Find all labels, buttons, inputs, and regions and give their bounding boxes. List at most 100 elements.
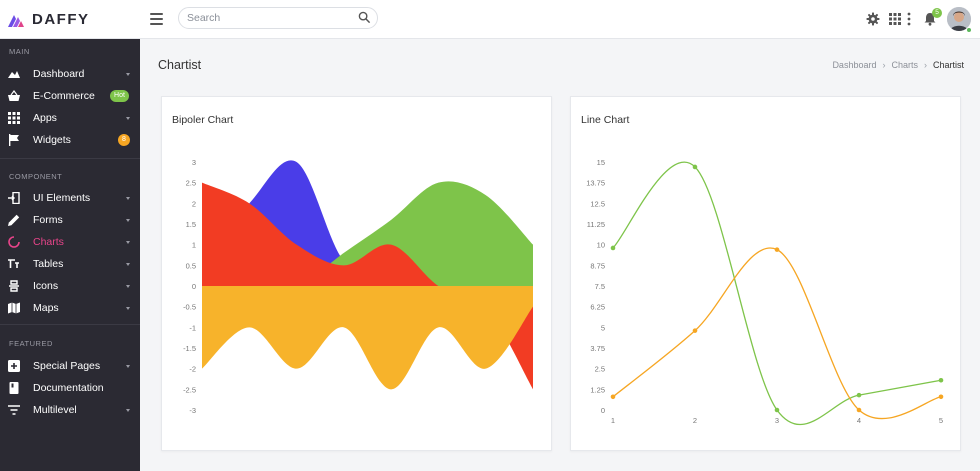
bipolar-chart: 3 2.5 2 1.5 1 0.5 0 -0.5 -1 -1.5 -2 -2.5 -3	[183, 158, 533, 415]
sidebar-divider	[0, 324, 140, 325]
y-tick-label: 13.75	[586, 179, 605, 188]
sidebar-item-multilevel[interactable]: Multilevel	[0, 399, 140, 421]
y-tick-label: 8.75	[590, 261, 605, 270]
pencil-icon	[8, 214, 20, 226]
bipolar-chart-card: Bipoler Chart 3 2.5 2 1.5 1 0.5 0 -0.5 -1 -1.5 -2-…	[161, 96, 552, 451]
section-component: COMPONENT	[9, 172, 63, 181]
sidebar-item-icons[interactable]: Icons	[0, 275, 140, 297]
y-tick-label: 11.25	[587, 220, 605, 229]
chart-ring-icon	[8, 236, 20, 248]
data-point	[774, 407, 780, 413]
breadcrumb-charts[interactable]: Charts	[891, 60, 918, 70]
sidebar-item-label: Apps	[33, 112, 57, 124]
y-tick-label: 2	[192, 199, 196, 208]
sidebar-item-widgets[interactable]: Widgets 8	[0, 129, 140, 151]
chevron-down-icon	[126, 196, 130, 200]
map-icon	[8, 302, 20, 314]
y-tick-label: 3	[192, 158, 196, 167]
chevron-right-icon: ›	[923, 60, 927, 70]
chevron-down-icon	[126, 284, 130, 288]
sidebar-item-documentation[interactable]: Documentation	[0, 377, 140, 399]
dashboard-icon	[8, 71, 20, 78]
plus-box-icon	[8, 360, 20, 372]
y-tick-label: 0.5	[186, 261, 196, 270]
chevron-down-icon	[126, 218, 130, 222]
data-point	[938, 377, 944, 383]
sidebar-item-tables[interactable]: Tables	[0, 253, 140, 275]
chevron-right-icon: ›	[882, 60, 886, 70]
breadcrumb-current: Chartist	[932, 60, 964, 70]
sidebar-item-ecommerce[interactable]: E-Commerce Hot	[0, 85, 140, 107]
y-tick-label: 12.5	[590, 199, 605, 208]
sidebar-item-label: Documentation	[33, 382, 104, 394]
sidebar-item-charts[interactable]: Charts	[0, 231, 140, 253]
notification-badge: 5	[932, 8, 942, 18]
data-point	[692, 328, 698, 333]
y-tick-label: 15	[597, 158, 605, 167]
top-header: DAFFY 5	[0, 0, 980, 39]
search-box	[178, 7, 378, 29]
chevron-down-icon	[126, 408, 130, 412]
x-tick-label: 1	[611, 416, 615, 425]
data-point	[610, 245, 616, 251]
search-icon[interactable]	[358, 11, 371, 24]
data-point	[692, 164, 698, 170]
y-tick-label: 0	[601, 406, 605, 415]
sidebar-item-label: Icons	[33, 280, 59, 292]
sidebar-item-ui-elements[interactable]: UI Elements	[0, 187, 140, 209]
sidebar-item-label: Special Pages	[33, 360, 101, 372]
x-tick-label: 5	[939, 416, 943, 425]
section-main: MAIN	[9, 47, 30, 56]
chevron-down-icon	[126, 262, 130, 266]
filter-icon	[8, 405, 20, 415]
y-tick-label: 10	[597, 241, 605, 250]
sidebar-item-label: Widgets	[33, 134, 71, 146]
sidebar-item-forms[interactable]: Forms	[0, 209, 140, 231]
apps-grid-icon[interactable]	[888, 12, 902, 26]
gear-icon[interactable]	[866, 12, 880, 26]
y-tick-label: 1	[192, 241, 196, 250]
sidebar-item-dashboard[interactable]: Dashboard	[0, 63, 140, 85]
data-point	[610, 394, 616, 400]
section-featured: FEATURED	[9, 339, 53, 348]
line-series-1	[612, 161, 942, 426]
x-tick-label: 4	[857, 416, 861, 425]
sidebar-divider	[0, 158, 140, 159]
y-tick-label: 5	[601, 323, 605, 332]
data-point	[856, 407, 862, 413]
y-tick-label: -1.5	[183, 344, 196, 353]
table-icon	[8, 259, 19, 268]
data-point	[774, 247, 780, 252]
chevron-down-icon	[126, 306, 130, 310]
logo-icon	[8, 14, 24, 27]
data-point	[856, 392, 862, 398]
breadcrumb-dashboard[interactable]: Dashboard	[832, 60, 876, 70]
menu-toggle-icon[interactable]	[150, 13, 163, 25]
sidebar: MAIN Dashboard E-Commerce Hot Apps Widge…	[0, 39, 140, 471]
brand-name: DAFFY	[32, 11, 90, 28]
chevron-down-icon	[126, 116, 130, 120]
sidebar-item-maps[interactable]: Maps	[0, 297, 140, 319]
basket-icon	[8, 90, 20, 101]
flag-icon	[9, 134, 19, 146]
y-tick-label: 6.25	[590, 303, 605, 312]
sidebar-item-special-pages[interactable]: Special Pages	[0, 355, 140, 377]
y-tick-label: 2.5	[186, 179, 196, 188]
brand[interactable]: DAFFY	[8, 0, 90, 39]
search-input[interactable]	[179, 8, 349, 28]
login-icon	[8, 192, 20, 204]
apps-icon	[8, 112, 20, 124]
more-vertical-icon[interactable]	[905, 12, 913, 26]
y-tick-label: 0	[192, 282, 196, 291]
chevron-down-icon	[126, 240, 130, 244]
sidebar-item-label: Forms	[33, 214, 63, 226]
sidebar-item-apps[interactable]: Apps	[0, 107, 140, 129]
area-series-4	[202, 286, 533, 390]
page-title: Chartist	[158, 58, 202, 72]
y-tick-label: -0.5	[183, 303, 196, 312]
sidebar-item-label: UI Elements	[33, 192, 91, 204]
breadcrumb: Dashboard › Charts › Chartist	[832, 60, 964, 70]
book-icon	[9, 382, 19, 394]
y-tick-label: -3	[189, 406, 196, 415]
y-tick-label: 1.5	[186, 220, 196, 229]
